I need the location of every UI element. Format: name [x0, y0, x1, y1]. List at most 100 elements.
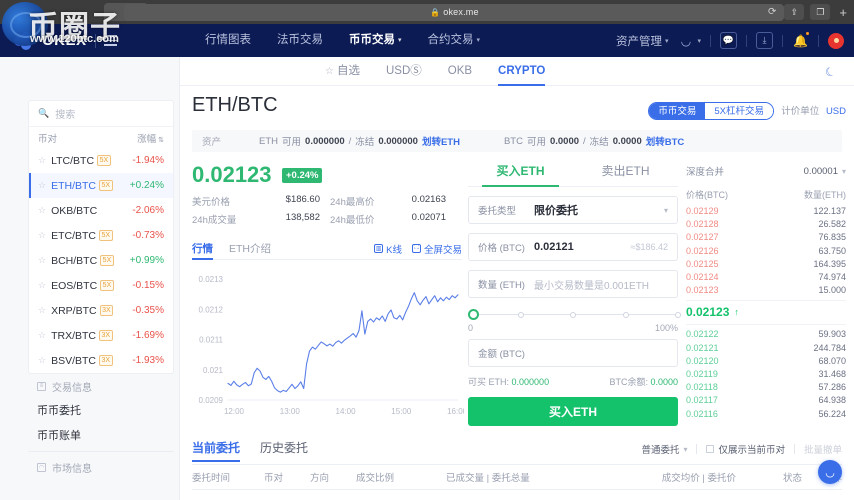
- order-type-filter[interactable]: 普通委托 ▾: [641, 442, 687, 457]
- tab-favorites[interactable]: ☆ 自选: [325, 57, 360, 86]
- nav-item-spot[interactable]: 币币交易 ▾: [349, 24, 402, 57]
- star-icon[interactable]: ☆: [38, 155, 46, 166]
- market-row-xrp-btc[interactable]: ☆ XRP/BTC 3X -0.35%: [29, 298, 173, 323]
- submit-buy-button[interactable]: 买入ETH: [468, 397, 678, 426]
- amount-slider[interactable]: [468, 309, 681, 320]
- total-input[interactable]: 金额 (BTC): [468, 339, 678, 367]
- cancel-all-button[interactable]: 批量撤单: [804, 442, 842, 456]
- order-book-bid-row[interactable]: 0.02116 56.224: [686, 408, 846, 421]
- logo-area[interactable]: OKEX: [14, 24, 117, 57]
- reload-icon[interactable]: ⟳: [768, 7, 776, 18]
- market-row-trx-btc[interactable]: ☆ TRX/BTC 3X -1.69%: [29, 323, 173, 348]
- market-row-eos-btc[interactable]: ☆ EOS/BTC 5X -0.15%: [29, 273, 173, 298]
- order-book-bid-row[interactable]: 0.02118 57.286: [686, 381, 846, 394]
- tab-okb[interactable]: OKB: [448, 57, 472, 86]
- tab-sell[interactable]: 卖出ETH: [573, 162, 678, 186]
- star-icon[interactable]: ☆: [38, 205, 46, 216]
- chevron-down-icon: ▾: [697, 37, 701, 45]
- menu-icon[interactable]: [103, 35, 117, 46]
- tab-eth-intro[interactable]: ETH介绍: [229, 238, 271, 260]
- y-axis-tick: 0.0211: [199, 336, 223, 345]
- order-book-bid-row[interactable]: 0.02119 31.468: [686, 368, 846, 381]
- star-icon[interactable]: ☆: [38, 305, 46, 316]
- transfer-eth-link[interactable]: 划转ETH: [422, 134, 460, 148]
- depth-select[interactable]: 0.00001 ▾: [804, 166, 846, 177]
- asset-eth-avail: 0.000000: [305, 135, 345, 147]
- slider-node-100[interactable]: [675, 311, 681, 318]
- share-icon[interactable]: ⇪: [784, 4, 805, 20]
- tab-open-orders[interactable]: 当前委托: [192, 436, 241, 462]
- order-book-bid-row[interactable]: 0.02120 68.070: [686, 355, 846, 368]
- current-pair-checkbox[interactable]: 仅展示当前币对: [706, 442, 785, 456]
- market-row-bch-btc[interactable]: ☆ BCH/BTC 5X +0.99%: [29, 248, 173, 273]
- moon-icon[interactable]: ☾: [823, 64, 838, 81]
- bell-icon[interactable]: 🔔: [792, 31, 810, 49]
- order-book-ask-row[interactable]: 0.02123 15.000: [686, 284, 846, 297]
- sidebar-item-spot-bills[interactable]: 币币账单: [28, 422, 174, 447]
- order-book-ask-row[interactable]: 0.02128 26.582: [686, 218, 846, 231]
- fullscreen-trade-button[interactable]: ⛶ 全屏交易: [411, 242, 462, 256]
- price-change-badge: +0.24%: [281, 167, 323, 183]
- price-input[interactable]: 价格 (BTC) 0.02121 ≈$186.42: [468, 233, 678, 261]
- order-type-select[interactable]: 委托类型 限价委托 ▾: [468, 196, 678, 224]
- col-change: 涨幅: [137, 133, 157, 145]
- order-book-ask-row[interactable]: 0.02125 164.395: [686, 258, 846, 271]
- market-row-okb-btc[interactable]: ☆ OKB/BTC -2.06%: [29, 198, 173, 223]
- order-book-ask-row[interactable]: 0.02126 63.750: [686, 245, 846, 258]
- quote-unit[interactable]: 计价单位 USD: [781, 103, 846, 117]
- slider-node-50[interactable]: [570, 311, 576, 318]
- search-input[interactable]: 🔍 搜索: [29, 101, 173, 127]
- amount-input[interactable]: 数量 (ETH) 最小交易数量是0.001ETH: [468, 270, 678, 298]
- transfer-btc-link[interactable]: 划转BTC: [646, 134, 685, 148]
- market-row-eth-btc[interactable]: ☆ ETH/BTC 5X +0.24%: [29, 173, 173, 198]
- star-icon[interactable]: ☆: [38, 230, 46, 241]
- nav-item-markets[interactable]: 行情图表: [205, 24, 251, 57]
- nav-item-futures[interactable]: 合约交易 ▾: [428, 24, 481, 57]
- order-book-bid-row[interactable]: 0.02121 244.784: [686, 342, 846, 355]
- order-book-bid-row[interactable]: 0.02117 64.938: [686, 394, 846, 407]
- nav-item-fiat[interactable]: 法币交易: [277, 24, 323, 57]
- order-book-ask-row[interactable]: 0.02129 122.137: [686, 205, 846, 218]
- order-book-ask-row[interactable]: 0.02127 76.835: [686, 231, 846, 244]
- chat-icon[interactable]: 💬: [720, 32, 737, 49]
- order-price: 0.02128: [686, 219, 719, 230]
- star-icon[interactable]: ☆: [38, 180, 46, 191]
- tab-crypto[interactable]: CRYPTO: [498, 57, 546, 86]
- order-book-bid-row[interactable]: 0.02122 59.903: [686, 328, 846, 341]
- market-row-bsv-btc[interactable]: ☆ BSV/BTC 3X -1.93%: [29, 348, 173, 373]
- star-icon[interactable]: ☆: [38, 255, 46, 266]
- star-icon[interactable]: ☆: [38, 355, 46, 366]
- tab-quote[interactable]: 行情: [192, 238, 213, 260]
- tab-usd[interactable]: USDⓈ: [386, 57, 422, 86]
- support-menu[interactable]: ◡ ▾: [677, 32, 701, 49]
- market-row-etc-btc[interactable]: ☆ ETC/BTC 5X -0.73%: [29, 223, 173, 248]
- sidebar-item-spot-orders[interactable]: 币币委托: [28, 397, 174, 422]
- tab-order-history[interactable]: 历史委托: [260, 436, 308, 462]
- market-row-ltc-btc[interactable]: ☆ LTC/BTC 5X -1.94%: [29, 148, 173, 173]
- url-bar[interactable]: 🔒 okex.me ⟳: [124, 3, 785, 21]
- star-icon[interactable]: ☆: [38, 330, 46, 341]
- nav-item-assets[interactable]: 资产管理 ▾: [616, 33, 669, 49]
- col-change-wrap[interactable]: 涨幅 ⇅: [137, 131, 164, 145]
- mode-margin-button[interactable]: 5X杠杆交易: [705, 103, 773, 119]
- order-amount: 244.784: [813, 342, 846, 353]
- order-price: 0.02126: [686, 245, 719, 256]
- slider-node-75[interactable]: [622, 311, 629, 318]
- mode-spot-button[interactable]: 币币交易: [649, 103, 706, 119]
- volume-value: 138,582: [285, 212, 320, 223]
- slider-handle[interactable]: [468, 309, 479, 320]
- order-book-ask-row[interactable]: 0.02124 74.974: [686, 271, 846, 284]
- slider-node-25[interactable]: [517, 311, 524, 318]
- plus-icon[interactable]: +: [836, 5, 850, 20]
- leverage-badge: 5X: [100, 255, 114, 266]
- order-amount: 31.468: [818, 369, 846, 380]
- star-icon[interactable]: ☆: [38, 280, 46, 291]
- support-fab-button[interactable]: ◡: [818, 460, 842, 484]
- tab-buy[interactable]: 买入ETH: [468, 162, 573, 187]
- download-icon[interactable]: ⤓: [756, 32, 773, 49]
- kline-button[interactable]: ▥ K线: [374, 242, 402, 256]
- order-amount: 76.835: [818, 232, 846, 243]
- tabs-icon[interactable]: ❐: [810, 4, 831, 20]
- avatar[interactable]: [828, 32, 844, 49]
- price-usd-hint: ≈$186.42: [630, 242, 668, 252]
